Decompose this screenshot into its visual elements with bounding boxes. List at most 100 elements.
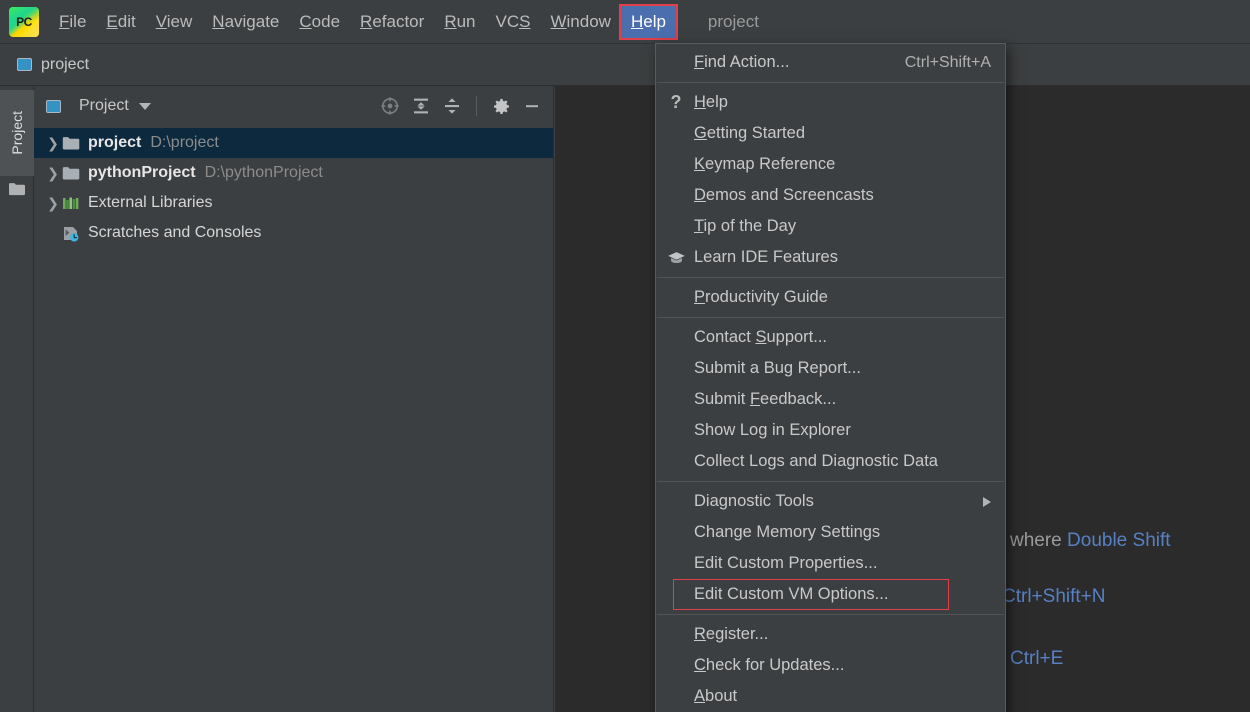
project-tree: ❯ project D:\project ❯ pythonProject D:\pytho… (34, 126, 553, 248)
menu-item-check-for-updates[interactable]: Check for Updates... (656, 650, 1005, 681)
chevron-right-icon[interactable]: ❯ (44, 195, 62, 212)
menu-item-shortcut: Ctrl+Shift+A (904, 53, 991, 71)
menu-separator (657, 481, 1004, 482)
tool-window-button-project[interactable]: Project (0, 90, 34, 176)
folder-icon[interactable] (8, 182, 26, 196)
menu-item-label: Keymap Reference (694, 155, 836, 173)
menu-item-label: Submit Feedback... (694, 390, 837, 408)
menu-separator (657, 317, 1004, 318)
menu-item-label: Productivity Guide (694, 288, 828, 306)
editor-hint-shortcut: Ctrl+E (1010, 648, 1064, 669)
folder-icon (62, 166, 80, 181)
graduation-cap-icon (664, 242, 688, 273)
menu-run[interactable]: Run (434, 6, 485, 38)
menu-item-find-action[interactable]: Find Action... Ctrl+Shift+A (656, 47, 1005, 78)
editor-hint: Ctrl+E (1010, 648, 1063, 670)
tree-row[interactable]: Scratches and Consoles (34, 218, 553, 248)
editor-hint: where Double Shift (1010, 530, 1171, 552)
menu-item-demos-and-screencasts[interactable]: Demos and Screencasts (656, 180, 1005, 211)
menu-item-productivity-guide[interactable]: Productivity Guide (656, 282, 1005, 313)
menu-item-label: Tip of the Day (694, 217, 797, 235)
menu-label: View (155, 11, 193, 31)
menu-item-label: Diagnostic Tools (694, 492, 814, 510)
menu-item-keymap-reference[interactable]: Keymap Reference (656, 149, 1005, 180)
collapse-all-icon[interactable] (439, 93, 465, 119)
menu-code[interactable]: Code (289, 6, 350, 38)
menu-item-help[interactable]: ? Help (656, 87, 1005, 118)
tree-row[interactable]: ❯ pythonProject D:\pythonProject (34, 158, 553, 188)
menu-item-label: Register... (694, 625, 769, 643)
menu-item-label: Submit a Bug Report... (694, 359, 861, 377)
menu-item-contact-support[interactable]: Contact Support... (656, 322, 1005, 353)
menu-item-change-memory-settings[interactable]: Change Memory Settings (656, 517, 1005, 548)
editor-hint-shortcut: Double Shift (1067, 530, 1171, 551)
menu-item-label: Help (694, 93, 728, 111)
navigation-bar: project (0, 44, 1250, 86)
menu-item-label: Demos and Screencasts (694, 186, 874, 204)
menu-item-collect-logs-and-diagnostic-data[interactable]: Collect Logs and Diagnostic Data (656, 446, 1005, 477)
select-opened-file-icon[interactable] (377, 93, 403, 119)
menu-item-about[interactable]: About (656, 681, 1005, 712)
menu-edit[interactable]: Edit (96, 6, 145, 38)
menu-item-label: Edit Custom VM Options... (694, 585, 889, 603)
chevron-right-icon[interactable]: ❯ (44, 165, 62, 182)
pycharm-window: PC File Edit View Navigate Code Refactor Run VC… (0, 0, 1250, 712)
menu-navigate[interactable]: Navigate (202, 6, 289, 38)
menu-refactor[interactable]: Refactor (350, 6, 434, 38)
menu-file[interactable]: File (49, 6, 96, 38)
menu-separator (657, 277, 1004, 278)
pycharm-logo-icon: PC (9, 6, 39, 37)
question-mark-icon: ? (670, 92, 682, 112)
menu-item-getting-started[interactable]: Getting Started (656, 118, 1005, 149)
project-panel-header: Project (34, 86, 553, 126)
menu-item-show-log-in-explorer[interactable]: Show Log in Explorer (656, 415, 1005, 446)
menu-item-learn-ide-features[interactable]: Learn IDE Features (656, 242, 1005, 273)
tree-node-name: pythonProject (88, 164, 196, 181)
menu-item-label: Collect Logs and Diagnostic Data (694, 452, 938, 470)
menu-item-edit-custom-vm-options[interactable]: Edit Custom VM Options... (673, 579, 949, 610)
menu-item-register[interactable]: Register... (656, 619, 1005, 650)
menu-item-label: Getting Started (694, 124, 805, 142)
project-tool-window: Project ❯ project D:\project ❯ pythonPro… (34, 86, 554, 712)
window-project-title: project (707, 11, 759, 31)
editor-hint: Ctrl+Shift+N (1002, 586, 1105, 608)
tree-node-name: Scratches and Consoles (88, 224, 262, 241)
breadcrumb-module[interactable]: project (17, 56, 89, 74)
project-panel-actions (377, 93, 545, 119)
chevron-right-icon[interactable]: ❯ (44, 135, 62, 152)
menu-vcs[interactable]: VCS (486, 6, 541, 38)
menu-separator (657, 82, 1004, 83)
menu-window[interactable]: Window (540, 6, 620, 38)
menu-help[interactable]: Help (618, 3, 678, 40)
submenu-arrow-icon (983, 496, 991, 507)
menu-item-diagnostic-tools[interactable]: Diagnostic Tools (656, 486, 1005, 517)
tool-window-button-project-label: Project (9, 111, 25, 155)
menu-bar: PC File Edit View Navigate Code Refactor Run VC… (0, 0, 1250, 44)
menu-item-label: Edit Custom Properties... (694, 554, 878, 572)
settings-gear-icon[interactable] (488, 93, 514, 119)
menu-item-label: Show Log in Explorer (694, 421, 851, 439)
menu-item-label: About (694, 687, 738, 705)
menu-label: Window (550, 11, 611, 31)
module-icon (17, 58, 32, 71)
hide-icon[interactable] (519, 93, 545, 119)
tree-row[interactable]: ❯ External Libraries (34, 188, 553, 218)
menu-view[interactable]: View (146, 6, 203, 38)
chevron-down-icon[interactable] (138, 102, 151, 110)
menu-item-label: Find Action... (694, 53, 790, 71)
menu-item-edit-custom-properties[interactable]: Edit Custom Properties... (656, 548, 1005, 579)
menu-label: VCS (495, 11, 531, 31)
expand-all-icon[interactable] (408, 93, 434, 119)
help-dropdown-menu: Find Action... Ctrl+Shift+A? Help Getting S… (655, 43, 1006, 712)
tree-row[interactable]: ❯ project D:\project (34, 128, 553, 158)
toolbar-separator (476, 96, 477, 116)
menu-item-tip-of-the-day[interactable]: Tip of the Day (656, 211, 1005, 242)
menu-item-label: Learn IDE Features (694, 248, 838, 266)
tree-node-path: D:\project (150, 134, 219, 151)
library-icon (62, 196, 80, 211)
tree-node-path: D:\pythonProject (204, 164, 323, 181)
menu-item-submit-feedback[interactable]: Submit Feedback... (656, 384, 1005, 415)
menu-item-submit-a-bug-report[interactable]: Submit a Bug Report... (656, 353, 1005, 384)
menu-label: Code (299, 11, 341, 31)
menu-label: Help (630, 11, 666, 31)
